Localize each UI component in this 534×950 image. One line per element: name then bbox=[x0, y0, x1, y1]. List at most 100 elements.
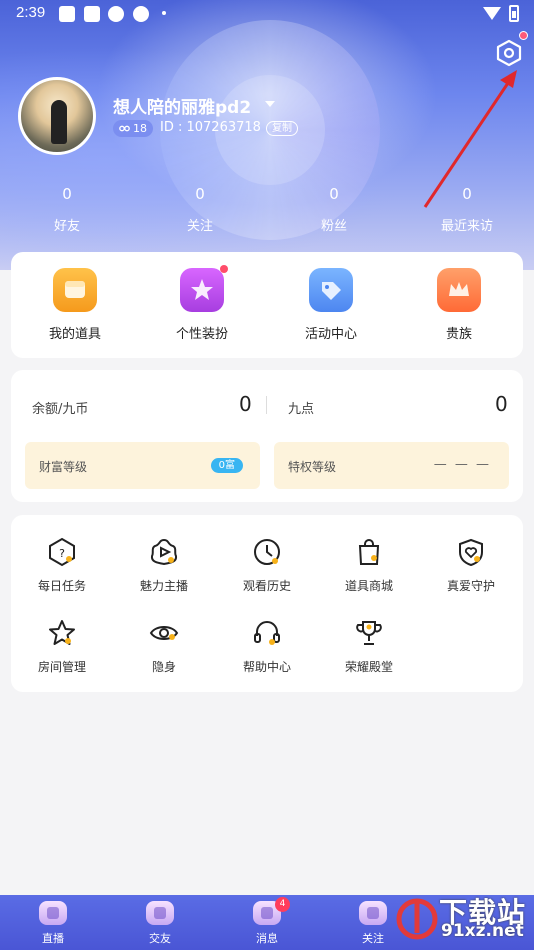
star-icon bbox=[49, 620, 75, 645]
settings-red-dot bbox=[519, 31, 528, 40]
stat-friends[interactable]: 0 好友 bbox=[17, 185, 117, 234]
watermark-url: 91xz.net bbox=[441, 921, 524, 941]
feature-label: 贵族 bbox=[445, 327, 472, 342]
feature-activity-center[interactable]: 活动中心 bbox=[281, 268, 381, 342]
feature-nobility[interactable]: 贵族 bbox=[409, 268, 509, 342]
username[interactable]: 想人陪的丽雅pd2 bbox=[113, 93, 251, 118]
app-notification-icon bbox=[108, 6, 124, 22]
stat-value: 0 bbox=[195, 185, 205, 203]
battery-icon bbox=[509, 5, 519, 22]
stat-label: 最近来访 bbox=[440, 219, 493, 234]
menu-help-center[interactable]: 帮助中心 bbox=[217, 618, 317, 675]
menu-card: ? 每日任务 魅力主播 观看历史 道具商城 真爱守护 房间管理 隐身 帮助中心 … bbox=[11, 515, 523, 692]
wealth-level-label: 财富等级 bbox=[39, 460, 88, 474]
menu-room-manage[interactable]: 房间管理 bbox=[12, 618, 112, 675]
history-clock-icon bbox=[254, 539, 280, 565]
tab-label: 消息 bbox=[256, 932, 278, 945]
notification-icon bbox=[84, 6, 100, 22]
menu-label: 每日任务 bbox=[37, 579, 86, 593]
eye-icon bbox=[149, 626, 179, 640]
trophy-icon bbox=[356, 621, 382, 645]
menu-label: 房间管理 bbox=[37, 660, 86, 674]
daily-task-icon: ? bbox=[49, 537, 75, 567]
site-watermark: 下载站 91xz.net bbox=[395, 887, 534, 950]
menu-label: 帮助中心 bbox=[242, 660, 291, 674]
tab-live[interactable]: 直播 bbox=[13, 901, 93, 946]
settings-gear-icon[interactable] bbox=[494, 38, 524, 68]
wifi-icon bbox=[483, 7, 501, 20]
dating-tab-icon bbox=[146, 901, 174, 925]
coin-label: 余额/九币 bbox=[32, 402, 89, 417]
heart-shield-icon bbox=[459, 538, 483, 567]
stat-value: 0 bbox=[329, 185, 339, 203]
feature-my-props[interactable]: 我的道具 bbox=[25, 268, 125, 342]
divider bbox=[266, 396, 267, 414]
svg-text:?: ? bbox=[59, 547, 65, 560]
link-icon bbox=[119, 125, 130, 132]
watermark-logo-icon bbox=[396, 898, 438, 940]
stat-value: 0 bbox=[462, 185, 472, 203]
following-tab-icon bbox=[359, 901, 387, 925]
menu-daily-task[interactable]: ? 每日任务 bbox=[12, 537, 112, 594]
menu-label: 隐身 bbox=[151, 660, 176, 674]
feature-label: 个性装扮 bbox=[175, 327, 228, 342]
app-notification-icon bbox=[133, 6, 149, 22]
tab-label: 交友 bbox=[149, 932, 171, 945]
stat-following[interactable]: 0 关注 bbox=[150, 185, 250, 234]
tab-messages[interactable]: 4 消息 bbox=[227, 897, 307, 946]
status-time: 2:39 bbox=[16, 4, 46, 21]
privilege-level-box[interactable]: 特权等级 — — — bbox=[274, 442, 509, 489]
tab-label: 直播 bbox=[42, 932, 64, 945]
status-bar: 2:39 bbox=[0, 0, 534, 28]
menu-label: 观看历史 bbox=[242, 579, 291, 593]
coin-value[interactable]: 0 bbox=[239, 392, 252, 416]
points-value[interactable]: 0 bbox=[495, 392, 508, 416]
headset-icon bbox=[254, 621, 280, 645]
new-red-dot bbox=[220, 265, 228, 273]
stat-label: 关注 bbox=[186, 219, 213, 234]
feature-label: 活动中心 bbox=[304, 327, 357, 342]
user-id: ID : 107263718 bbox=[160, 120, 261, 135]
live-tab-icon bbox=[39, 901, 67, 925]
unread-badge: 4 bbox=[275, 897, 290, 912]
level-badge: 18 bbox=[113, 120, 153, 137]
shop-bag-icon bbox=[358, 539, 380, 565]
menu-watch-history[interactable]: 观看历史 bbox=[217, 537, 317, 594]
props-box-icon bbox=[53, 268, 97, 312]
stats-row: 0 好友 0 关注 0 粉丝 0 最近来访 bbox=[0, 185, 534, 235]
privilege-level-label: 特权等级 bbox=[288, 460, 337, 474]
magic-wand-icon bbox=[180, 265, 228, 312]
wealth-level-tag: 0富 bbox=[210, 458, 243, 473]
menu-label: 荣耀殿堂 bbox=[344, 660, 393, 674]
points-label: 九点 bbox=[288, 402, 315, 417]
menu-invisible[interactable]: 隐身 bbox=[114, 618, 214, 675]
more-notifications-dot bbox=[162, 11, 166, 15]
menu-true-love-guard[interactable]: 真爱守护 bbox=[421, 537, 521, 594]
balance-card: 余额/九币 0 九点 0 财富等级 0富 特权等级 — — — bbox=[11, 370, 523, 502]
level-value: 18 bbox=[133, 122, 147, 135]
tab-dating[interactable]: 交友 bbox=[120, 901, 200, 946]
privilege-level-value: — — — bbox=[433, 457, 491, 472]
crown-icon bbox=[437, 268, 481, 312]
menu-label: 魅力主播 bbox=[139, 579, 188, 593]
menu-props-shop[interactable]: 道具商城 bbox=[319, 537, 419, 594]
wealth-level-box[interactable]: 财富等级 0富 bbox=[25, 442, 260, 489]
stat-label: 好友 bbox=[53, 219, 80, 234]
copy-id-button[interactable]: 复制 bbox=[266, 121, 298, 136]
notification-icon bbox=[59, 6, 75, 22]
tag-icon bbox=[309, 268, 353, 312]
chevron-down-icon[interactable] bbox=[265, 101, 275, 107]
stat-recent-visitors[interactable]: 0 最近来访 bbox=[417, 185, 517, 234]
stat-value: 0 bbox=[62, 185, 72, 203]
stat-label: 粉丝 bbox=[320, 219, 347, 234]
menu-label: 真爱守护 bbox=[446, 579, 495, 593]
menu-hall-of-fame[interactable]: 荣耀殿堂 bbox=[319, 618, 419, 675]
stat-fans[interactable]: 0 粉丝 bbox=[284, 185, 384, 234]
feature-label: 我的道具 bbox=[48, 327, 101, 342]
avatar[interactable] bbox=[18, 77, 96, 155]
feature-card: 我的道具 个性装扮 活动中心 贵族 bbox=[11, 252, 523, 358]
feature-dress-up[interactable]: 个性装扮 bbox=[152, 265, 252, 342]
menu-label: 道具商城 bbox=[344, 579, 393, 593]
menu-charm-anchor[interactable]: 魅力主播 bbox=[114, 537, 214, 594]
charm-anchor-icon bbox=[150, 538, 178, 566]
